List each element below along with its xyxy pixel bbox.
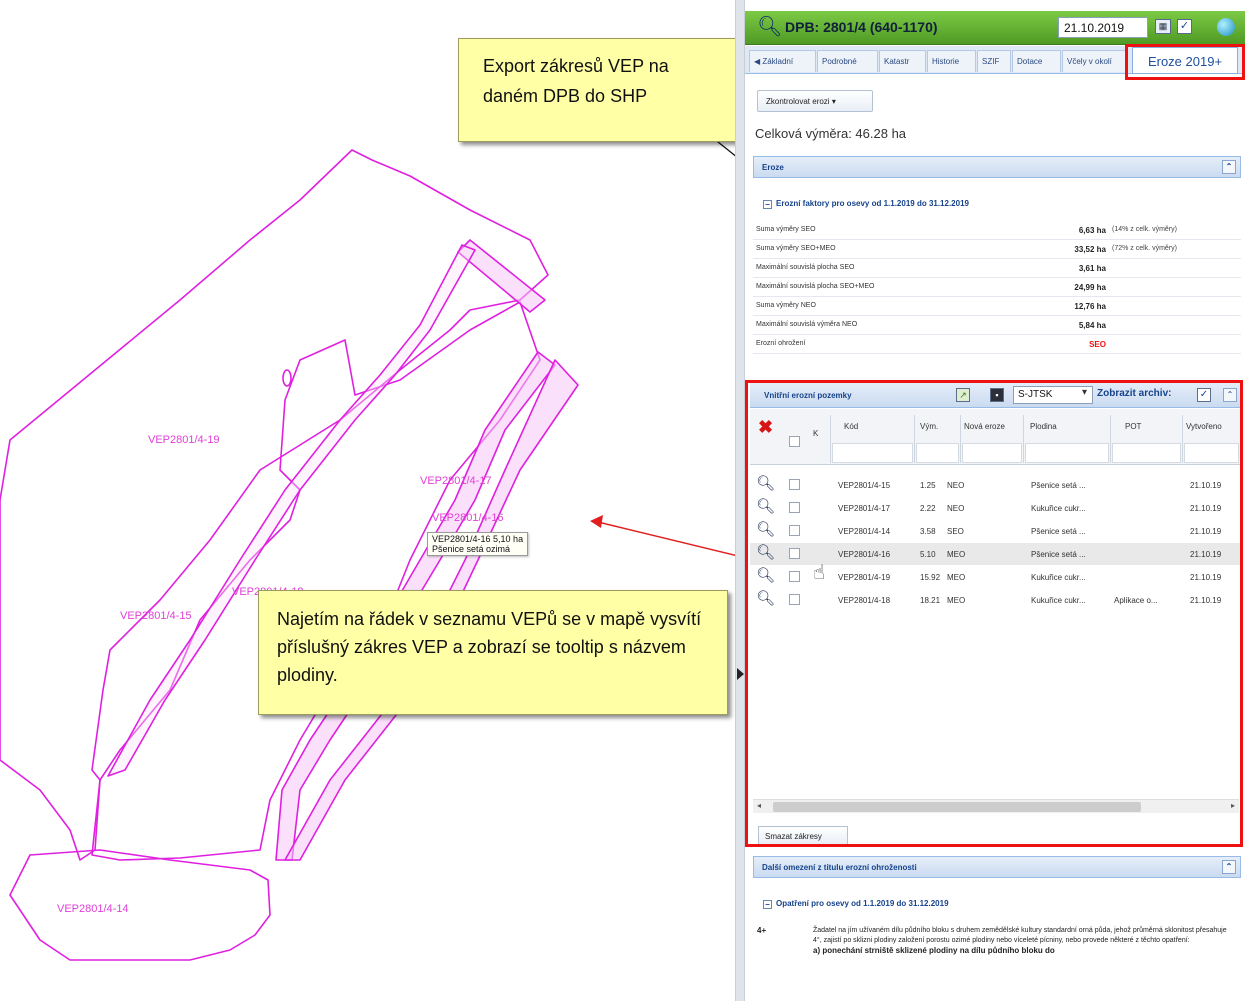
factor-label: Erozní ohrožení xyxy=(756,340,806,347)
factor-row: Suma výměry NEO 12,76 ha xyxy=(753,297,1241,316)
vep-label-14: VEP2801/4-14 xyxy=(57,903,129,915)
factor-label: Suma výměry SEO+MEO xyxy=(756,245,836,252)
search-icon[interactable]: 🔍︎ xyxy=(757,17,782,37)
vep-polygon-14 xyxy=(9,849,271,961)
callout-hover-info: Najetím na řádek v seznamu VEPů se v map… xyxy=(258,590,728,715)
check-erosion-button[interactable]: Zkontrolovat erozi ▾ xyxy=(757,90,873,112)
factor-label: Maximální souvislá výměra NEO xyxy=(756,321,858,328)
map-view[interactable]: VEP2801/4-19 VEP2801/4-17 VEP2801/4-16 V… xyxy=(0,0,738,1001)
measures-table: 4+ Žadatel na jím užívaném dílu půdního … xyxy=(753,920,1241,1001)
vep-label-19: VEP2801/4-19 xyxy=(148,434,220,446)
vep-polygon-18 xyxy=(91,301,541,861)
detail-panel: 🔍︎ DPB: 2801/4 (640-1170) 21.10.2019 ▦ ✓… xyxy=(745,0,1245,1001)
collapse-minus-icon[interactable]: − xyxy=(763,200,772,209)
collapse-minus-icon[interactable]: − xyxy=(763,900,772,909)
factor-value: 6,63 ha xyxy=(1078,226,1106,235)
measure-text-bold: a) ponechání strniště sklizené plodiny n… xyxy=(813,946,1055,955)
tooltip-area: VEP2801/4-16 5,10 ha xyxy=(432,534,524,544)
factor-label: Suma výměry SEO xyxy=(756,226,816,233)
tab-podrobne[interactable]: Podrobné xyxy=(817,50,878,72)
tab-dotace[interactable]: Dotace xyxy=(1012,50,1061,72)
callout-export: Export zákresů VEP na daném DPB do SHP xyxy=(458,38,738,142)
measures-header[interactable]: − Opatření pro osevy od 1.1.2019 do 31.12… xyxy=(753,890,1241,916)
vep-label-16: VEP2801/4-16 xyxy=(432,512,504,524)
vep-label-15: VEP2801/4-15 xyxy=(120,610,192,622)
tab-szif[interactable]: SZIF xyxy=(977,50,1011,72)
factor-note: (72% z celk. výměry) xyxy=(1112,245,1177,252)
factor-value: 5,84 ha xyxy=(1078,321,1106,330)
erosion-factors-header[interactable]: − Erozní faktory pro osevy od 1.1.2019 do… xyxy=(753,190,1241,216)
factor-value: 24,99 ha xyxy=(1074,283,1106,292)
tab-katastr[interactable]: Katastr xyxy=(879,50,926,72)
highlight-frame-tab xyxy=(1125,44,1245,80)
globe-icon[interactable] xyxy=(1217,18,1235,36)
expand-arrow-icon[interactable] xyxy=(737,668,744,680)
factor-row: Suma výměry SEO 6,63 ha (14% z celk. vým… xyxy=(753,221,1241,240)
factor-row: Maximální souvislá plocha SEO 3,61 ha xyxy=(753,259,1241,278)
factor-value: 3,61 ha xyxy=(1078,264,1106,273)
erosion-factors-title: Erozní faktory pro osevy od 1.1.2019 do … xyxy=(776,199,969,208)
date-field[interactable]: 21.10.2019 xyxy=(1058,17,1148,38)
erosion-risk-value: SEO xyxy=(1089,340,1106,349)
factor-label: Maximální souvislá plocha SEO xyxy=(756,264,855,271)
calendar-icon[interactable]: ▦ xyxy=(1155,19,1171,34)
section-limits-title: Další omezení z titulu erozní ohroženost… xyxy=(762,863,917,872)
dpb-header: 🔍︎ DPB: 2801/4 (640-1170) 21.10.2019 ▦ ✓ xyxy=(745,11,1245,45)
check-erosion-label: Zkontrolovat erozi xyxy=(766,97,830,106)
highlight-frame-grid xyxy=(745,380,1243,847)
dpb-title: DPB: 2801/4 (640-1170) xyxy=(785,19,938,35)
confirm-checkbox-icon[interactable]: ✓ xyxy=(1177,19,1192,34)
factor-row: Erozní ohrožení SEO xyxy=(753,335,1241,354)
hand-cursor-icon: ☝ xyxy=(813,560,826,584)
factor-value: 12,76 ha xyxy=(1074,302,1106,311)
factor-label: Maximální souvislá plocha SEO+MEO xyxy=(756,283,875,290)
section-eroze-title: Eroze xyxy=(762,163,784,172)
collapse-icon[interactable]: ⌃ xyxy=(1222,860,1236,874)
collapse-icon[interactable]: ⌃ xyxy=(1222,160,1236,174)
tab-historie[interactable]: Historie xyxy=(927,50,976,72)
panel-splitter[interactable] xyxy=(735,0,745,1001)
section-eroze[interactable]: Eroze ⌃ xyxy=(753,156,1241,178)
tab-zakladni[interactable]: ◀ Základní xyxy=(749,50,816,72)
measure-text-body: Žadatel na jím užívaném dílu půdního blo… xyxy=(813,927,1227,944)
tab-vcely[interactable]: Včely v okolí xyxy=(1062,50,1128,72)
vep-label-17: VEP2801/4-17 xyxy=(420,475,492,487)
map-tooltip: VEP2801/4-16 5,10 ha Pšenice setá ozimá xyxy=(427,532,529,556)
factor-row: Maximální souvislá výměra NEO 5,84 ha xyxy=(753,316,1241,335)
map-canvas[interactable] xyxy=(0,0,735,1001)
tab-zakladni-label: Základní xyxy=(762,57,794,66)
factor-value: 33,52 ha xyxy=(1074,245,1106,254)
section-limits[interactable]: Další omezení z titulu erozní ohroženost… xyxy=(753,856,1241,878)
measure-code: 4+ xyxy=(757,926,767,935)
measure-text: Žadatel na jím užívaném dílu půdního blo… xyxy=(813,926,1233,957)
total-area: Celková výměra: 46.28 ha xyxy=(755,126,907,141)
measures-title: Opatření pro osevy od 1.1.2019 do 31.12.… xyxy=(776,899,949,908)
factor-row: Suma výměry SEO+MEO 33,52 ha (72% z celk… xyxy=(753,240,1241,259)
factor-label: Suma výměry NEO xyxy=(756,302,816,309)
factor-note: (14% z celk. výměry) xyxy=(1112,226,1177,233)
factor-row: Maximální souvislá plocha SEO+MEO 24,99 … xyxy=(753,278,1241,297)
tooltip-crop: Pšenice setá ozimá xyxy=(432,544,511,554)
